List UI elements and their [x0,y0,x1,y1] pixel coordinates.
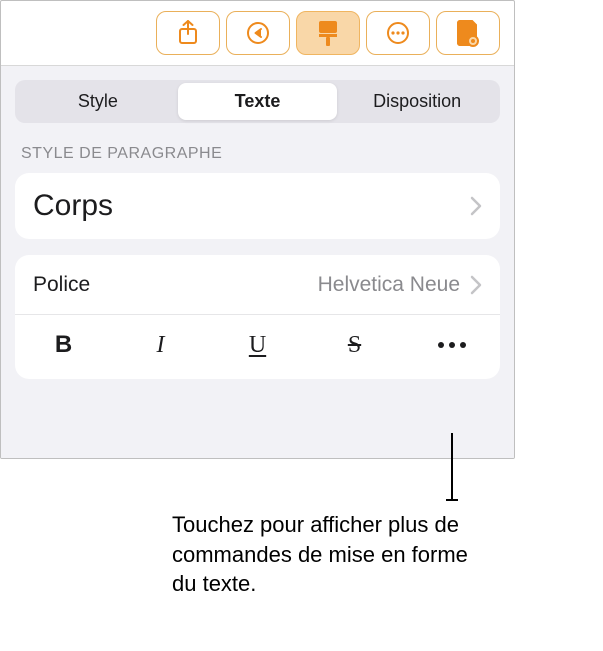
tab-text[interactable]: Texte [178,83,338,120]
more-button[interactable] [366,11,430,55]
format-panel: Style Texte Disposition STYLE DE PARAGRA… [0,0,515,459]
font-label: Police [33,273,318,297]
tab-style[interactable]: Style [18,83,178,120]
format-button[interactable] [296,11,360,55]
more-icon [385,20,411,46]
undo-button[interactable] [226,11,290,55]
paragraph-style-card: Corps [15,173,500,239]
underline-button[interactable]: U [209,321,306,369]
brush-icon [315,19,341,47]
font-card: Police Helvetica Neue B I U S [15,255,500,379]
font-value: Helvetica Neue [318,273,460,297]
bold-button[interactable]: B [15,321,112,369]
app-toolbar [1,1,514,66]
document-view-icon [456,19,480,47]
document-view-button[interactable] [436,11,500,55]
format-panel-body: Style Texte Disposition STYLE DE PARAGRA… [1,66,514,458]
panel-tabs: Style Texte Disposition [15,80,500,123]
undo-icon [245,20,271,46]
chevron-right-icon [470,275,482,295]
strikethrough-button[interactable]: S [306,321,403,369]
paragraph-style-row[interactable]: Corps [15,173,500,239]
share-button[interactable] [156,11,220,55]
share-icon [177,20,199,46]
callout-leader-tick [446,499,458,501]
paragraph-style-section-label: STYLE DE PARAGRAPHE [21,145,494,163]
callout-text: Touchez pour afficher plus de commandes … [172,510,472,599]
tab-layout[interactable]: Disposition [337,83,497,120]
italic-button[interactable]: I [112,321,209,369]
font-row[interactable]: Police Helvetica Neue [15,255,500,315]
text-style-buttons: B I U S [15,315,500,379]
ellipsis-icon [438,342,466,348]
more-text-options-button[interactable] [403,321,500,369]
callout-leader [451,433,453,501]
chevron-right-icon [470,196,482,216]
paragraph-style-value: Corps [33,189,470,223]
